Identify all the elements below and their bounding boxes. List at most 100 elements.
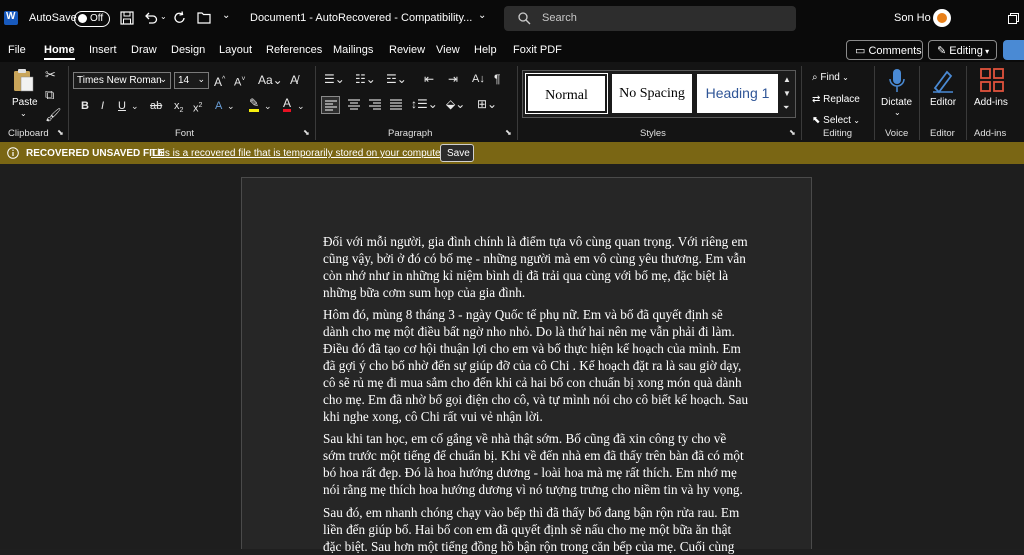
underline-dropdown-icon[interactable]: ⌄ [131, 99, 139, 113]
text-line: dành cho mẹ một điều bất ngờ nho nhỏ. Do… [323, 324, 735, 339]
font-color-dropdown-icon[interactable]: ⌄ [297, 99, 305, 113]
font-color-icon[interactable]: A [283, 97, 292, 112]
add-ins-group-label: Add-ins [974, 128, 1007, 139]
superscript-icon[interactable]: x2 [193, 99, 202, 116]
avatar[interactable] [933, 9, 951, 27]
font-name-dropdown[interactable]: Times New Roman ⌄ [73, 72, 171, 89]
editor-button[interactable]: Editor [925, 66, 961, 122]
line-spacing-icon[interactable]: ↕☰⌄ [411, 97, 438, 111]
autosave-toggle[interactable]: Off [74, 11, 110, 27]
paragraph-3[interactable]: Sau khi tan học, em cố gắng về nhà thật … [323, 430, 759, 498]
infobar-save-button[interactable]: Save [440, 144, 474, 162]
text-effects-icon[interactable]: A [215, 99, 222, 113]
underline-icon[interactable]: U [118, 99, 126, 113]
editor-pen-icon [933, 70, 953, 94]
font-dialog-launcher-icon[interactable]: ⬊ [303, 128, 310, 137]
styles-scroll-down-icon[interactable]: ▼ [783, 87, 791, 101]
select-button[interactable]: ⬉ Select ⌄ [812, 110, 860, 126]
text-line: những bữa cơm sum họp của gia đình. [323, 285, 526, 300]
shading-icon[interactable]: ⬙⌄ [446, 97, 465, 111]
paste-dropdown-icon: ⌄ [20, 109, 27, 118]
italic-icon[interactable]: I [101, 99, 104, 113]
highlight-dropdown-icon[interactable]: ⌄ [264, 99, 272, 113]
title-dropdown-icon[interactable]: ⌄ [478, 10, 486, 21]
cut-icon[interactable]: ✂ [45, 68, 56, 82]
change-case-icon[interactable]: Aa⌄ [258, 73, 283, 87]
styles-scroll-up-icon[interactable]: ▲ [783, 73, 791, 87]
tab-design[interactable]: Design [171, 44, 205, 56]
styles-more-icon[interactable]: ⏷ [783, 101, 789, 115]
user-name[interactable]: Son Ho [894, 12, 931, 24]
tab-foxit-pdf[interactable]: Foxit PDF [513, 44, 562, 56]
comments-button[interactable]: ▭ Comments [846, 40, 923, 60]
save-icon[interactable] [120, 11, 134, 25]
divider [801, 66, 802, 140]
bullets-icon[interactable]: ☰⌄ [324, 72, 345, 86]
customize-toolbar-icon[interactable]: ⌄ [222, 10, 230, 21]
style-no-spacing[interactable]: No Spacing [612, 74, 692, 113]
find-button[interactable]: ⌕ Find ⌄ [812, 67, 849, 83]
borders-icon[interactable]: ⊞⌄ [477, 97, 497, 111]
font-group-label: Font [175, 128, 195, 139]
text-effects-dropdown-icon[interactable]: ⌄ [227, 99, 235, 113]
style-heading-1[interactable]: Heading 1 [697, 74, 778, 113]
tab-review[interactable]: Review [389, 44, 425, 56]
strikethrough-icon[interactable]: ab [150, 99, 162, 113]
text-line: liền đến giúp bố. Hai bố con em đã quyết… [323, 522, 732, 537]
word-logo-icon: W [4, 11, 18, 25]
tab-layout[interactable]: Layout [219, 44, 252, 56]
style-normal[interactable]: Normal [525, 73, 608, 114]
copy-icon[interactable]: ⧉ [45, 88, 54, 102]
align-right-icon[interactable] [369, 99, 381, 110]
show-formatting-marks-icon[interactable]: ¶ [494, 72, 500, 86]
restore-window-icon[interactable] [1008, 13, 1019, 24]
multilevel-list-icon[interactable]: ☲⌄ [386, 72, 407, 86]
undo-dropdown-icon[interactable]: ⌄ [160, 12, 167, 21]
decrease-indent-icon[interactable]: ⇤ [424, 72, 434, 86]
paragraph-4[interactable]: Sau đó, em nhanh chóng chạy vào bếp thì … [323, 504, 759, 555]
align-left-button[interactable] [321, 96, 340, 114]
tab-view[interactable]: View [436, 44, 460, 56]
comment-icon: ▭ [855, 45, 869, 57]
tab-references[interactable]: References [266, 44, 322, 56]
tab-file[interactable]: File [8, 44, 26, 56]
redo-icon[interactable] [173, 11, 187, 25]
shrink-font-icon[interactable]: A˅ [234, 73, 245, 90]
text-line: đặc biệt. Sau hơn một tiếng đồng hồ bận … [323, 539, 735, 554]
paste-button[interactable]: Paste ⌄ [11, 67, 38, 118]
infobar-message[interactable]: This is a recovered file that is tempora… [151, 148, 446, 159]
replace-button[interactable]: ⇄ Replace [812, 89, 860, 105]
align-center-icon[interactable] [348, 99, 360, 110]
share-button[interactable] [1003, 40, 1024, 60]
tab-draw[interactable]: Draw [131, 44, 157, 56]
styles-dialog-launcher-icon[interactable]: ⬊ [789, 128, 796, 137]
tab-help[interactable]: Help [474, 44, 497, 56]
grow-font-icon[interactable]: A^ [214, 73, 225, 89]
highlight-icon[interactable]: ✎ [249, 97, 260, 112]
paragraph-dialog-launcher-icon[interactable]: ⬊ [505, 128, 512, 137]
justify-icon[interactable] [390, 99, 402, 110]
chevron-down-icon: ⌄ [197, 74, 205, 84]
sort-icon[interactable]: A↓ [472, 72, 485, 86]
font-size-dropdown[interactable]: 14 ⌄ [174, 72, 209, 89]
bold-icon[interactable]: B [81, 99, 89, 113]
paragraph-2[interactable]: Hôm đó, mùng 8 tháng 3 - ngày Quốc tế ph… [323, 306, 759, 425]
paragraph-1[interactable]: Đối với mỗi người, gia đình chính là điể… [323, 233, 759, 301]
subscript-icon[interactable]: x2 [174, 99, 183, 118]
dictate-button[interactable]: Dictate ⌄ [879, 66, 915, 122]
increase-indent-icon[interactable]: ⇥ [448, 72, 458, 86]
editing-mode-button[interactable]: ✎ Editing ▾ [928, 40, 997, 60]
open-folder-icon[interactable] [197, 12, 212, 24]
numbering-icon[interactable]: ☷⌄ [355, 72, 376, 86]
tab-home[interactable]: Home [44, 44, 75, 60]
document-title[interactable]: Document1 - AutoRecovered - Compatibilit… [250, 12, 472, 24]
tab-mailings[interactable]: Mailings [333, 44, 373, 56]
tab-insert[interactable]: Insert [89, 44, 117, 56]
cursor-icon: ⬉ [812, 115, 824, 126]
clear-formatting-icon[interactable]: A̸ [290, 73, 298, 87]
undo-icon[interactable] [144, 11, 158, 25]
format-painter-icon[interactable]: 🖌 [45, 108, 62, 122]
search-box[interactable]: Search [504, 6, 796, 31]
clipboard-dialog-launcher-icon[interactable]: ⬊ [57, 128, 64, 137]
add-ins-button[interactable]: Add-ins [970, 66, 1014, 122]
